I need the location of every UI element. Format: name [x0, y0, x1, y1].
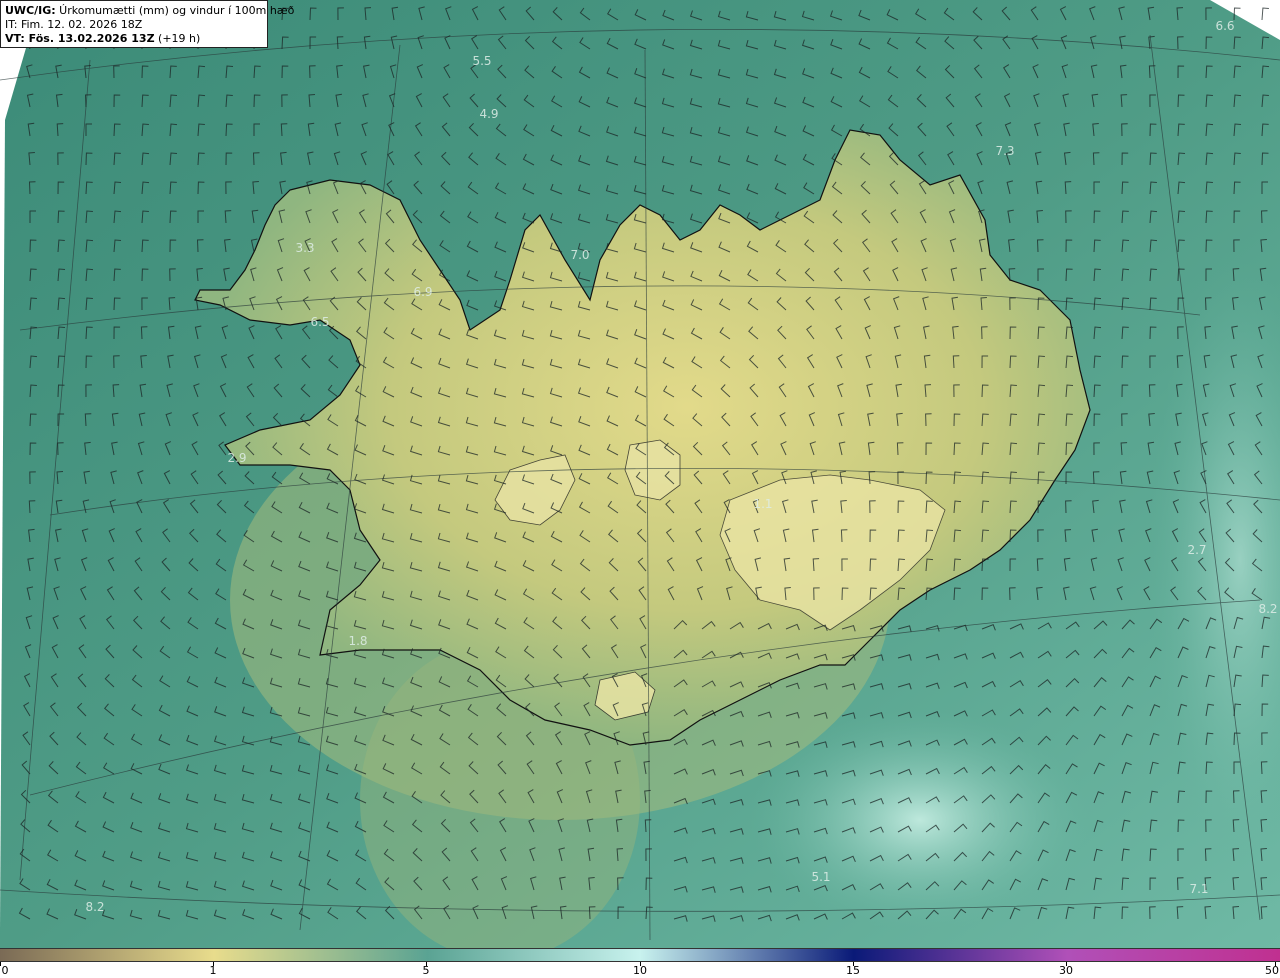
legend-tick-label: 0: [1, 964, 9, 977]
wind-barb: [1261, 7, 1269, 21]
map-value-label: 8.2: [85, 900, 105, 914]
map-value-label: 2.7: [1187, 543, 1207, 557]
map-info-box: UWC/IG: Úrkomumætti (mm) og vindur í 100…: [0, 0, 294, 48]
map-value-label: 2.9: [227, 451, 247, 465]
map-value-label: 8.2: [1258, 602, 1278, 616]
glacier-hofsjokull: [624, 439, 681, 501]
vt-date: Fös. 13.02.2026 13Z: [24, 32, 155, 45]
precipitation-map: [0, 0, 1280, 948]
legend-tick-label: 50: [1265, 964, 1279, 977]
legend-tick-label: 1: [209, 964, 217, 977]
vt-label: VT:: [5, 32, 25, 45]
map-value-label: 1.8: [348, 634, 368, 648]
model-label: UWC/IG:: [5, 4, 56, 17]
map-value-label: 1.1: [753, 497, 773, 511]
title-text: Úrkomumætti (mm) og vindur í 100m hæð: [55, 4, 295, 17]
valid-time-line: VT: Fös. 13.02.2026 13Z (+19 h): [5, 32, 263, 46]
color-legend: 0 1 5 10 15 30 50: [0, 948, 1280, 978]
vt-offset: (+19 h): [154, 32, 201, 45]
map-value-label: 5.5: [472, 54, 492, 68]
map-value-label: 7.3: [995, 144, 1015, 158]
map-value-label: 7.1: [1189, 882, 1209, 896]
title-line: UWC/IG: Úrkomumætti (mm) og vindur í 100…: [5, 4, 294, 18]
map-value-label: 6.9: [413, 285, 433, 299]
init-time: IT: Fim. 12. 02. 2026 18Z: [5, 18, 143, 31]
map-value-label: 7.0: [570, 248, 590, 262]
map-value-label: 5.1: [811, 870, 831, 884]
legend-tick-label: 5: [422, 964, 430, 977]
map-value-label: 4.9: [479, 107, 499, 121]
legend-color-bar: [0, 948, 1280, 962]
map-value-label: 6.6: [1215, 19, 1235, 33]
legend-tick-label: 10: [633, 964, 647, 977]
legend-tick-label: 30: [1059, 964, 1073, 977]
legend-tick-label: 15: [846, 964, 860, 977]
map-value-label: 3.3: [295, 241, 315, 255]
map-value-label: 6.5: [310, 315, 330, 329]
